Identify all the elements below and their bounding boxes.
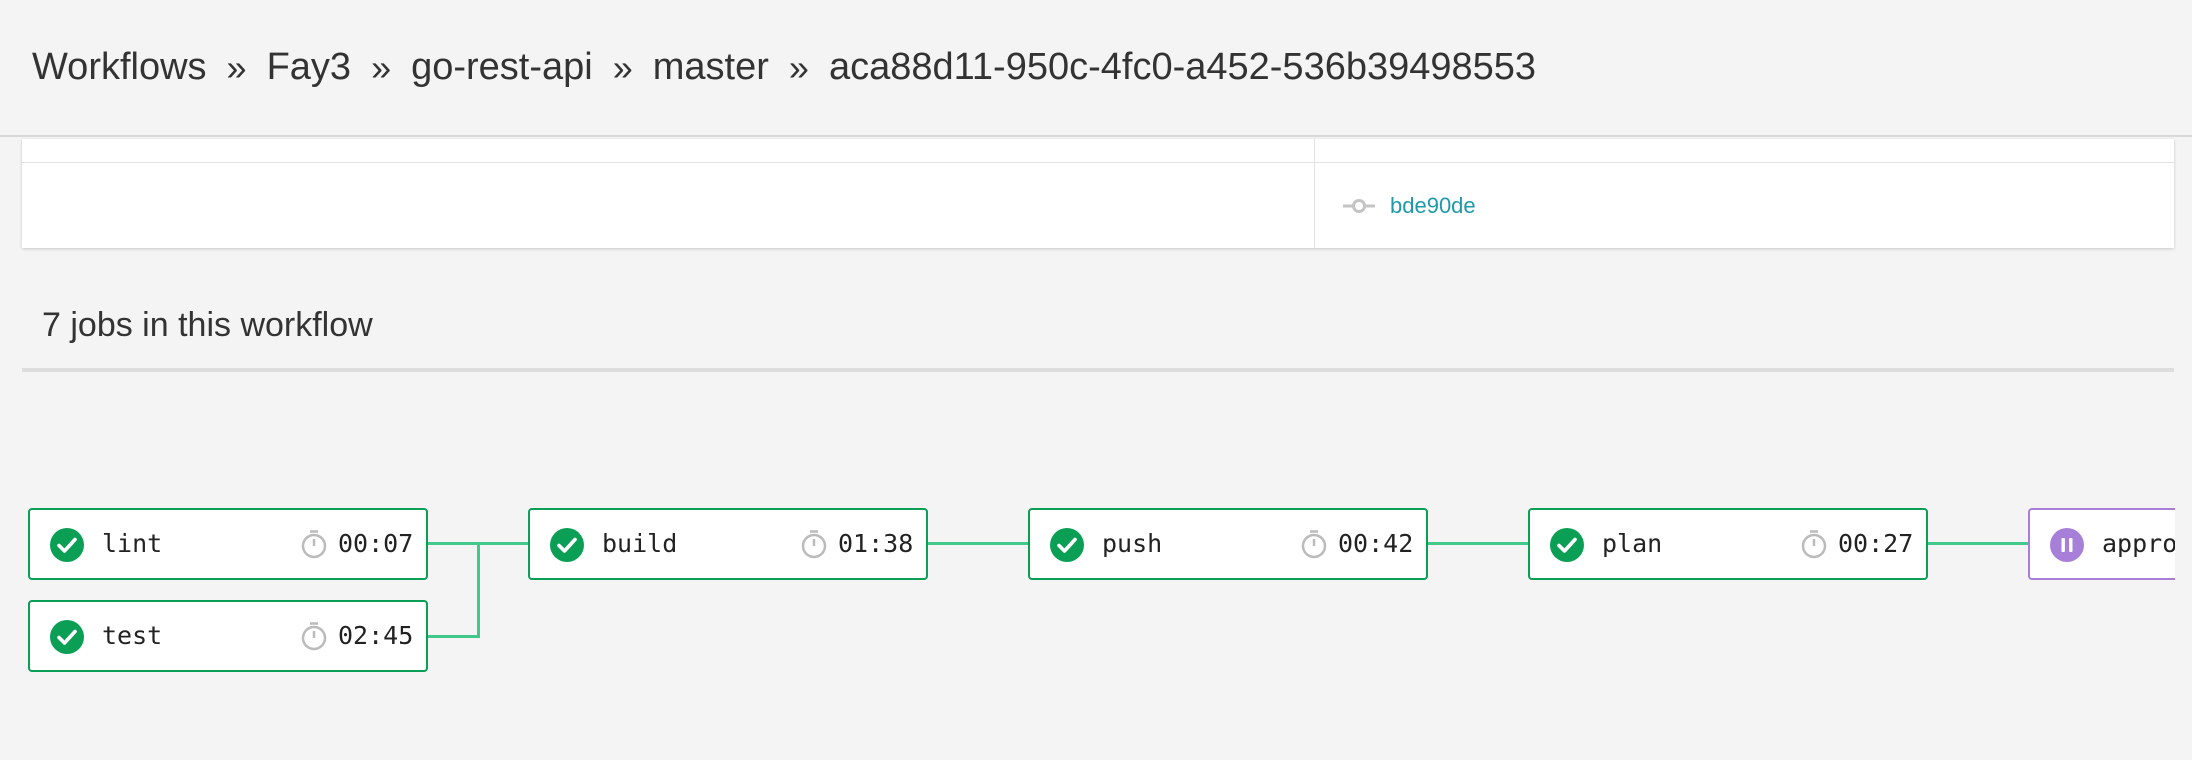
job-duration: 00:27 (1838, 529, 1914, 558)
stopwatch-icon (301, 622, 327, 651)
breadcrumb-organization[interactable]: Fay3 (267, 46, 351, 89)
connector-plan-approve (1927, 542, 2029, 545)
check-circle-icon (1050, 528, 1084, 562)
job-duration: 01:38 (838, 529, 914, 558)
job-lint[interactable]: lint 00:07 (28, 508, 428, 580)
job-name: lint (102, 529, 163, 558)
connector-push-plan (1427, 542, 1529, 545)
stopwatch-icon (301, 530, 327, 559)
section-divider (22, 368, 2174, 372)
stopwatch-icon (1301, 530, 1327, 559)
breadcrumb-workflows[interactable]: Workflows (32, 46, 207, 89)
job-test[interactable]: test 02:45 (28, 600, 428, 672)
commit-hash-link[interactable]: bde90de (1390, 193, 1476, 219)
breadcrumb-branch[interactable]: master (653, 46, 769, 89)
breadcrumb-separator: » (788, 46, 809, 88)
workflow-summary-card: bde90de (22, 139, 2174, 248)
job-duration: 00:07 (338, 529, 414, 558)
breadcrumb-project[interactable]: go-rest-api (411, 46, 593, 89)
check-circle-icon (50, 620, 84, 654)
summary-row (22, 139, 2174, 163)
job-plan[interactable]: plan 00:27 (1528, 508, 1928, 580)
connector-build-push (927, 542, 1029, 545)
breadcrumb-separator: » (371, 46, 392, 88)
job-name: plan (1602, 529, 1663, 558)
job-build[interactable]: build 01:38 (528, 508, 928, 580)
stopwatch-icon (801, 530, 827, 559)
breadcrumb-separator: » (612, 46, 633, 88)
breadcrumb-workflow-id: aca88d11-950c-4fc0-a452-536b39498553 (828, 46, 1537, 88)
job-name: push (1102, 529, 1163, 558)
job-name: appro (2102, 529, 2175, 558)
column-divider (1314, 139, 1315, 248)
check-circle-icon (550, 528, 584, 562)
pause-circle-icon (2050, 528, 2084, 562)
connector-test-merge (427, 635, 480, 638)
job-name: test (102, 621, 163, 650)
breadcrumb-separator: » (226, 46, 247, 88)
breadcrumb: Workflows » Fay3 » go-rest-api » master … (0, 0, 2192, 137)
job-name: build (602, 529, 678, 558)
git-commit-icon (1343, 199, 1375, 213)
job-approve[interactable]: appro (2028, 508, 2175, 580)
connector-merge-vertical (477, 542, 480, 638)
jobs-count-heading: 7 jobs in this workflow (42, 306, 373, 344)
stopwatch-icon (1801, 530, 1827, 559)
check-circle-icon (1550, 528, 1584, 562)
workflow-graph: lint 00:07 test 02:45 build 01:38 push 0… (0, 400, 2192, 740)
job-duration: 02:45 (338, 621, 414, 650)
commit-info: bde90de (1342, 191, 1476, 221)
check-circle-icon (50, 528, 84, 562)
job-duration: 00:42 (1338, 529, 1414, 558)
job-push[interactable]: push 00:42 (1028, 508, 1428, 580)
